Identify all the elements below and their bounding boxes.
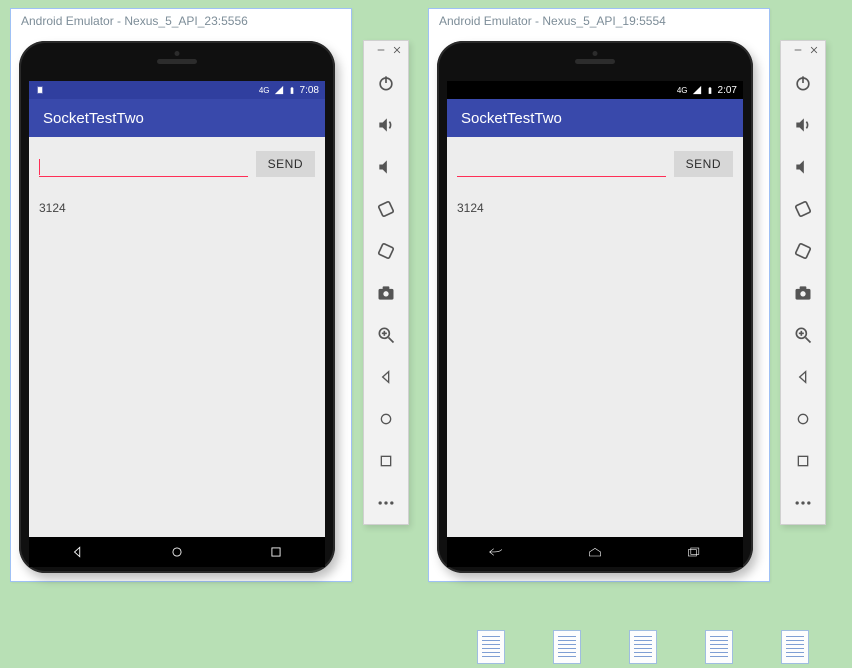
back-button[interactable]	[781, 356, 825, 398]
minimize-button[interactable]	[374, 44, 388, 56]
desktop-file-icon[interactable]	[781, 630, 813, 668]
screenshot-button[interactable]	[364, 272, 408, 314]
network-label: 4G	[677, 86, 688, 95]
result-text: 3124	[457, 201, 733, 215]
status-bar: 4G 7:08	[29, 81, 325, 99]
rotate-right-button[interactable]	[364, 230, 408, 272]
home-button[interactable]	[364, 398, 408, 440]
desktop-file-icon[interactable]	[705, 630, 737, 668]
system-nav-bar	[447, 537, 743, 567]
app-content: SEND 3124	[447, 137, 743, 537]
rotate-right-button[interactable]	[781, 230, 825, 272]
phone-frame: 4G 2:07 SocketTestTwo SEND 3124	[437, 41, 753, 573]
more-button[interactable]	[364, 482, 408, 524]
emulator-toolbar-1	[363, 40, 409, 525]
overview-button[interactable]	[364, 440, 408, 482]
text-cursor	[39, 159, 40, 175]
message-input[interactable]	[457, 152, 666, 177]
signal-icon	[692, 85, 702, 95]
close-button[interactable]	[390, 44, 404, 56]
system-nav-bar	[29, 537, 325, 567]
more-button[interactable]	[781, 482, 825, 524]
nav-home-icon[interactable]	[169, 544, 185, 560]
window-title: Android Emulator - Nexus_5_API_19:5554	[429, 9, 769, 33]
app-title: SocketTestTwo	[43, 110, 144, 127]
volume-up-button[interactable]	[781, 104, 825, 146]
send-button[interactable]: SEND	[674, 151, 733, 177]
close-button[interactable]	[807, 44, 821, 56]
volume-down-button[interactable]	[364, 146, 408, 188]
emulator-window-2: Android Emulator - Nexus_5_API_19:5554 4…	[428, 8, 770, 582]
result-text: 3124	[39, 201, 315, 215]
app-content: SEND 3124	[29, 137, 325, 537]
power-button[interactable]	[781, 62, 825, 104]
network-label: 4G	[259, 86, 270, 95]
debug-icon	[35, 85, 45, 95]
window-title: Android Emulator - Nexus_5_API_23:5556	[11, 9, 351, 33]
emulator-window-1: Android Emulator - Nexus_5_API_23:5556 4…	[10, 8, 352, 582]
app-bar: SocketTestTwo	[447, 99, 743, 137]
battery-icon	[288, 85, 296, 96]
desktop-file-icon[interactable]	[553, 630, 585, 668]
minimize-button[interactable]	[791, 44, 805, 56]
nav-back-icon[interactable]	[488, 544, 504, 560]
message-input[interactable]	[39, 152, 248, 177]
desktop-file-icon[interactable]	[477, 630, 509, 668]
volume-up-button[interactable]	[364, 104, 408, 146]
emulator-toolbar-2	[780, 40, 826, 525]
signal-icon	[274, 85, 284, 95]
nav-recent-icon[interactable]	[268, 544, 284, 560]
clock: 2:07	[718, 85, 737, 96]
app-bar: SocketTestTwo	[29, 99, 325, 137]
rotate-left-button[interactable]	[781, 188, 825, 230]
phone-frame: 4G 7:08 SocketTestTwo SEND	[19, 41, 335, 573]
send-button[interactable]: SEND	[256, 151, 315, 177]
back-button[interactable]	[364, 356, 408, 398]
clock: 7:08	[300, 85, 319, 96]
zoom-button[interactable]	[364, 314, 408, 356]
screenshot-button[interactable]	[781, 272, 825, 314]
desktop-file-icon[interactable]	[629, 630, 661, 668]
nav-recent-icon[interactable]	[686, 544, 702, 560]
zoom-button[interactable]	[781, 314, 825, 356]
app-title: SocketTestTwo	[461, 110, 562, 127]
home-button[interactable]	[781, 398, 825, 440]
power-button[interactable]	[364, 62, 408, 104]
status-bar: 4G 2:07	[447, 81, 743, 99]
rotate-left-button[interactable]	[364, 188, 408, 230]
overview-button[interactable]	[781, 440, 825, 482]
battery-icon	[706, 85, 714, 96]
volume-down-button[interactable]	[781, 146, 825, 188]
nav-home-icon[interactable]	[587, 544, 603, 560]
nav-back-icon[interactable]	[70, 544, 86, 560]
